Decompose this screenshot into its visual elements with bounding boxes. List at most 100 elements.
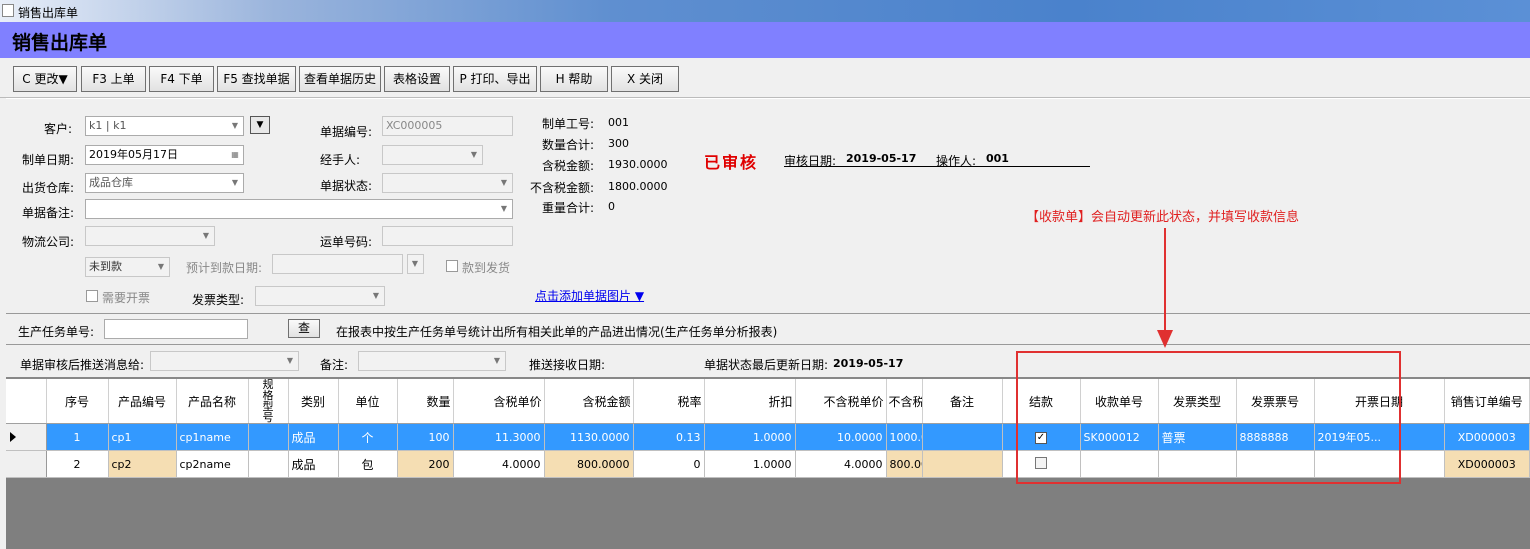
need-invoice-checkbox[interactable] [86,290,98,302]
doc-status-select[interactable]: ▼ [382,173,513,193]
cell-code[interactable]: cp2 [108,450,177,478]
col-header-unit[interactable]: 单位 [338,379,398,424]
payment-status-select[interactable]: 未到款 ▼ [85,257,170,277]
push-remark-select[interactable]: ▼ [358,351,506,371]
chevron-down-icon: ▼ [500,204,508,213]
next-button[interactable]: F4 下单 [149,66,214,92]
push-remark-label: 备注: [320,358,349,372]
print-export-button[interactable]: P 打印、导出 [453,66,537,92]
cell-tax-rate[interactable]: 0.13 [633,423,705,451]
col-header-tax-price[interactable]: 含税单价 [453,379,545,424]
row-indicator[interactable] [6,423,47,451]
doc-no-label: 单据编号: [320,125,373,139]
cell-name[interactable]: cp2name [176,450,249,478]
date-field[interactable]: 2019年05月17日 ▦ [85,145,244,165]
doc-status-label: 单据状态: [320,179,373,193]
cell-discount[interactable]: 1.0000 [704,450,796,478]
cell-remark[interactable] [922,450,1003,478]
chevron-down-icon: ▼ [286,356,294,365]
prev-button[interactable]: F3 上单 [81,66,146,92]
change-button[interactable]: C 更改▼ [13,66,77,92]
invoice-type-select[interactable]: ▼ [255,286,385,306]
cell-unit[interactable]: 包 [338,450,398,478]
cell-seq[interactable]: 1 [46,423,109,451]
window-titlebar: 销售出库单 [0,0,1530,22]
notax-amount-value: 1800.0000 [608,180,668,193]
cell-qty[interactable]: 200 [397,450,454,478]
cell-category[interactable]: 成品 [288,450,339,478]
cell-qty[interactable]: 100 [397,423,454,451]
cell-category[interactable]: 成品 [288,423,339,451]
add-image-link[interactable]: 点击添加单据图片 ▼ [535,287,644,304]
col-header-tax-rate[interactable]: 税率 [633,379,705,424]
cell-tax-rate[interactable]: 0 [633,450,705,478]
help-button[interactable]: H 帮助 [540,66,608,92]
chevron-down-icon: ▼ [411,259,419,268]
doc-no-field[interactable]: XC000005 [382,116,513,136]
notax-amount-label: 不含税金额: [530,181,595,195]
weight-total-label: 重量合计: [542,201,595,215]
col-header-seq[interactable]: 序号 [46,379,109,424]
cell-order-no[interactable]: XD000003 [1444,450,1530,478]
logistics-select[interactable]: ▼ [85,226,215,246]
divider [6,313,1530,314]
col-header-spec[interactable]: 规格型号 [248,379,289,424]
cell-tax-amount[interactable]: 800.0000 [544,450,634,478]
table-settings-button[interactable]: 表格设置 [384,66,450,92]
find-doc-button[interactable]: F5 查找单据 [217,66,296,92]
customer-picker-button[interactable]: ▼ [250,116,270,134]
handler-select[interactable]: ▼ [382,145,483,165]
cell-notax-amount[interactable]: 800.0000 [886,450,923,478]
customer-select[interactable]: k1 | k1 ▼ [85,116,244,136]
cell-code[interactable]: cp1 [108,423,177,451]
cell-spec[interactable] [248,423,289,451]
expected-pay-dropdown[interactable]: ▼ [407,254,424,274]
col-header-tax-amount[interactable]: 含税金额 [544,379,634,424]
col-header-name[interactable]: 产品名称 [176,379,249,424]
chevron-down-icon: ▼ [470,150,478,159]
chevron-down-icon: ▼ [231,178,239,187]
window-title: 销售出库单 [18,6,79,20]
task-no-field[interactable] [104,319,248,339]
handler-label: 经手人: [320,153,361,167]
cell-tax-price[interactable]: 4.0000 [453,450,545,478]
warehouse-label: 出货仓库: [22,181,75,195]
cell-order-no[interactable]: XD000003 [1444,423,1530,451]
col-header-qty[interactable]: 数量 [397,379,454,424]
task-search-button[interactable]: 查 [288,319,320,338]
ship-on-pay-checkbox[interactable] [446,260,458,272]
cell-unit[interactable]: 个 [338,423,398,451]
calendar-icon[interactable]: ▦ [227,146,243,164]
task-hint: 在报表中按生产任务单号统计出所有相关此单的产品进出情况(生产任务单分析报表) [336,325,778,339]
chevron-down-icon: ▼ [493,356,501,365]
waybill-field[interactable] [382,226,513,246]
cell-remark[interactable] [922,423,1003,451]
doc-history-button[interactable]: 查看单据历史 [299,66,381,92]
cell-notax-price[interactable]: 10.0000 [795,423,887,451]
cell-name[interactable]: cp1name [176,423,249,451]
cell-notax-price[interactable]: 4.0000 [795,450,887,478]
chevron-down-icon: ▼ [157,262,165,271]
cell-spec[interactable] [248,450,289,478]
cell-tax-price[interactable]: 11.3000 [453,423,545,451]
cell-notax-amount[interactable]: 1000.0000 [886,423,923,451]
push-to-select[interactable]: ▼ [150,351,299,371]
cell-discount[interactable]: 1.0000 [704,423,796,451]
col-header-remark[interactable]: 备注 [922,379,1003,424]
col-header-category[interactable]: 类别 [288,379,339,424]
remark-select[interactable]: ▼ [85,199,513,219]
col-header-code[interactable]: 产品编号 [108,379,177,424]
close-button[interactable]: X 关闭 [611,66,679,92]
date-value: 2019年05月17日 [89,148,178,161]
row-indicator[interactable] [6,450,47,478]
expected-pay-field[interactable] [272,254,403,274]
warehouse-select[interactable]: 成品仓库 ▼ [85,173,244,193]
col-header-notax-price[interactable]: 不含税单价 [795,379,887,424]
col-header-notax-amount[interactable]: 不含税金额 [886,379,923,424]
annotation-note: 【收款单】会自动更新此状态，并填写收款信息 [1026,210,1300,225]
col-header-order-no[interactable]: 销售订单编号 [1444,379,1530,424]
cell-seq[interactable]: 2 [46,450,109,478]
cell-tax-amount[interactable]: 1130.0000 [544,423,634,451]
col-header-discount[interactable]: 折扣 [704,379,796,424]
warehouse-value: 成品仓库 [89,176,133,189]
